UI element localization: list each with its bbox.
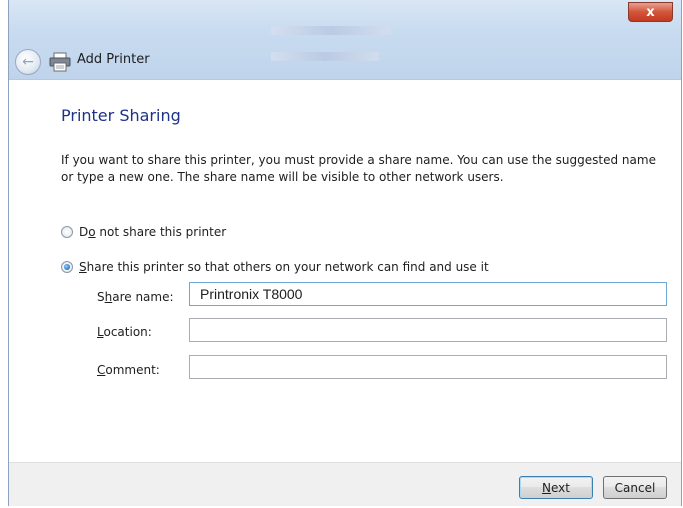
do-not-share-label[interactable]: Do not share this printer [79, 225, 226, 239]
blurred-window-subtitle [271, 52, 379, 61]
wizard-title: Add Printer [77, 52, 150, 67]
instruction-text: If you want to share this printer, you m… [61, 153, 656, 184]
location-label: Location: [97, 325, 152, 339]
comment-label: Comment: [97, 363, 160, 377]
do-not-share-radio[interactable] [61, 226, 73, 238]
cancel-button[interactable]: Cancel [603, 476, 667, 499]
share-label[interactable]: Share this printer so that others on you… [79, 260, 489, 274]
blurred-window-title [271, 26, 391, 35]
comment-input[interactable] [189, 355, 667, 379]
back-arrow-icon: ← [22, 54, 34, 70]
title-bar[interactable]: x ← Add Printer [9, 0, 681, 80]
close-button[interactable]: x [628, 2, 673, 22]
next-button[interactable]: Next [519, 476, 593, 499]
location-input[interactable] [189, 318, 667, 342]
wizard-content: Printer Sharing If you want to share thi… [9, 80, 681, 462]
button-bar: Next Cancel [9, 462, 681, 506]
printer-icon [49, 52, 71, 72]
share-name-label: Share name: [97, 290, 174, 304]
back-button[interactable]: ← [15, 49, 41, 75]
share-option[interactable]: Share this printer so that others on you… [61, 260, 489, 274]
page-heading: Printer Sharing [61, 106, 181, 125]
do-not-share-option[interactable]: Do not share this printer [61, 225, 226, 239]
close-icon: x [646, 4, 655, 20]
share-name-input[interactable]: Printronix T8000 [189, 282, 667, 306]
share-radio[interactable] [61, 261, 73, 273]
add-printer-dialog: x ← Add Printer Printer Sharing If you w… [8, 0, 682, 506]
